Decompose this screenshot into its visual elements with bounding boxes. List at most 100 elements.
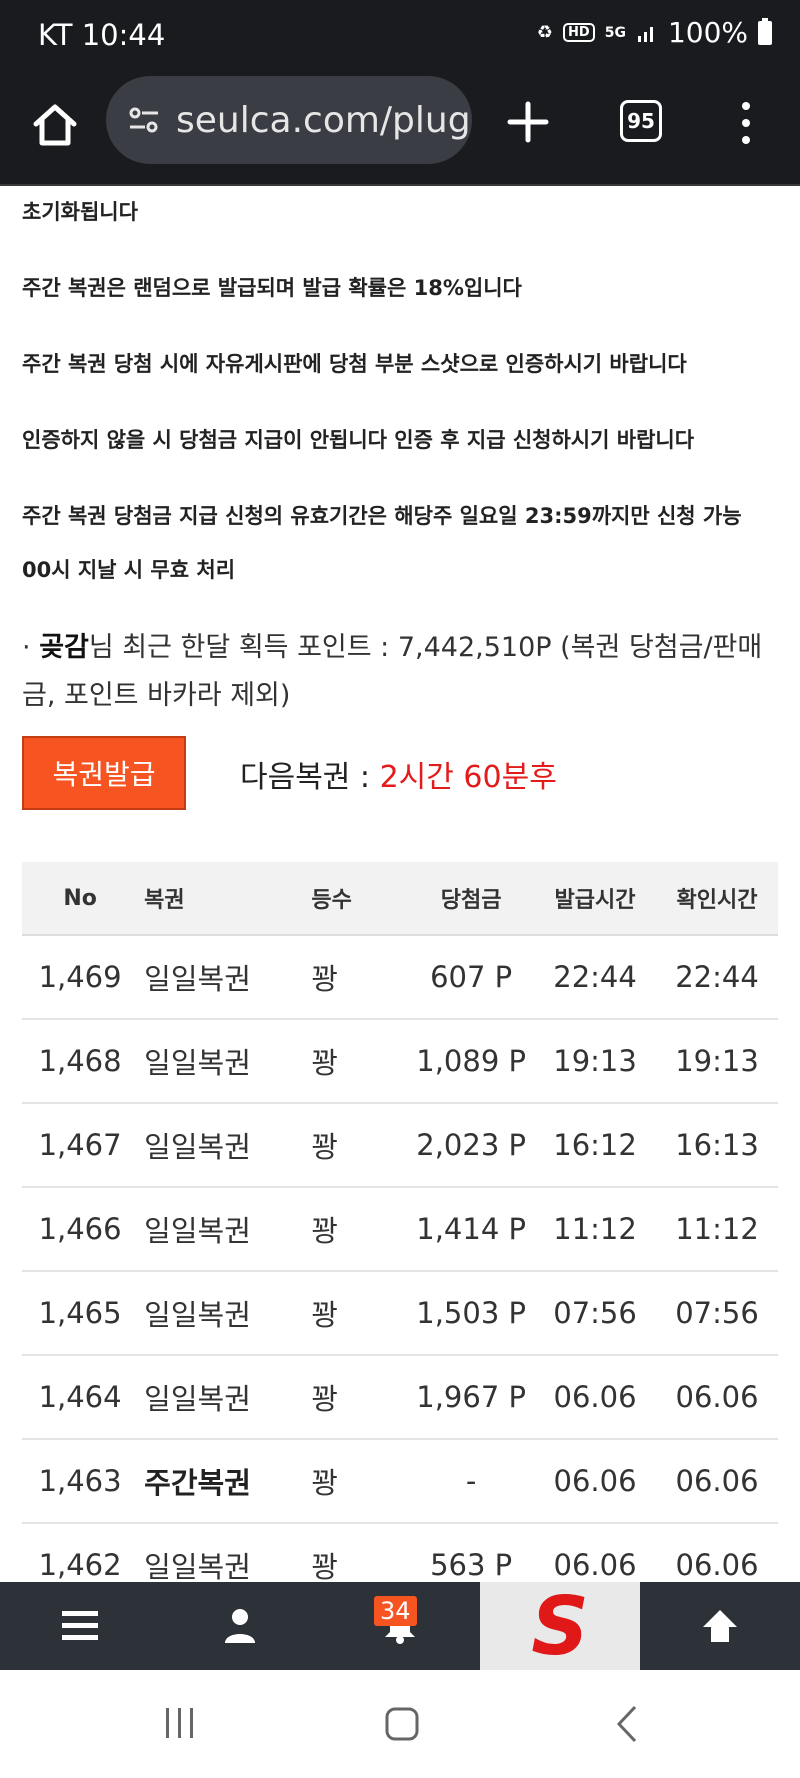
- cell-checked: 22:44: [675, 960, 759, 994]
- table-row: 1,462 일일복권 꽝 563 P 06.06 06.06: [22, 1524, 778, 1582]
- cell-issued: 16:12: [553, 1128, 637, 1162]
- cell-checked: 07:56: [675, 1296, 759, 1330]
- cell-issued: 11:12: [553, 1212, 637, 1246]
- cell-lottery: 일일복권: [144, 1298, 251, 1332]
- cell-prize: 1,967 P: [416, 1380, 526, 1414]
- table-row: 1,467 일일복권 꽝 2,023 P 16:12 16:13: [22, 1104, 778, 1188]
- cell-rank: 꽝: [311, 962, 339, 996]
- monthly-points-info: · 곶감님 최근 한달 획득 포인트 : 7,442,510P (복권 당첨금/…: [22, 624, 782, 720]
- issue-lottery-button[interactable]: 복권발급: [22, 736, 186, 810]
- url-text: seulca.com/plug: [176, 99, 471, 141]
- network-5g-icon: 5G: [604, 24, 626, 41]
- cell-rank: 꽝: [311, 1550, 339, 1582]
- user-nickname: 곶감: [39, 632, 89, 663]
- notice-line: 초기화됩니다: [22, 200, 138, 224]
- home-icon[interactable]: [30, 100, 80, 150]
- cell-no: 1,469: [38, 960, 122, 994]
- address-bar[interactable]: seulca.com/plug: [106, 76, 472, 164]
- cell-issued: 07:56: [553, 1296, 637, 1330]
- cell-prize: 1,089 P: [416, 1044, 526, 1078]
- cell-rank: 꽝: [311, 1046, 339, 1080]
- cell-prize: 1,414 P: [416, 1212, 526, 1246]
- table-row: 1,463 주간복권 꽝 - 06.06 06.06: [22, 1440, 778, 1524]
- cell-issued: 06.06: [553, 1548, 637, 1582]
- browser-toolbar: seulca.com/plug 95: [0, 72, 800, 186]
- points-text: 님 최근 한달 획득 포인트 : 7,442,510P (복권 당첨금/판매금,…: [22, 632, 763, 711]
- cell-lottery: 일일복권: [144, 1130, 251, 1164]
- cell-no: 1,465: [38, 1296, 122, 1330]
- cell-lottery: 일일복권: [144, 1550, 251, 1582]
- logo-letter: S: [531, 1588, 589, 1664]
- table-row: 1,464 일일복권 꽝 1,967 P 06.06 06.06: [22, 1356, 778, 1440]
- cell-prize: 607 P: [430, 960, 513, 994]
- new-tab-icon[interactable]: [506, 100, 550, 144]
- more-menu-icon[interactable]: [736, 98, 756, 148]
- battery-percent: 100%: [667, 16, 748, 49]
- cell-rank: 꽝: [311, 1298, 339, 1332]
- site-bottom-nav: 34 S: [0, 1582, 800, 1670]
- page-content: 초기화됩니다 주간 복권은 랜덤으로 발급되며 발급 확률은 18%입니다 주간…: [0, 186, 800, 1582]
- table-row: 1,469 일일복권 꽝 607 P 22:44 22:44: [22, 936, 778, 1020]
- notification-badge: 34: [374, 1596, 417, 1626]
- android-nav-bar: [0, 1670, 800, 1778]
- table-header: No 복권 등수 당첨금 발급시간 확인시간: [22, 862, 778, 936]
- next-lottery-time: 2시간 60분후: [379, 760, 557, 795]
- cell-no: 1,464: [38, 1380, 122, 1414]
- cell-issued: 06.06: [553, 1380, 637, 1414]
- user-icon: [225, 1609, 255, 1643]
- cell-checked: 06.06: [675, 1380, 759, 1414]
- cell-rank: 꽝: [311, 1214, 339, 1248]
- scroll-top-button[interactable]: [640, 1582, 800, 1670]
- next-lottery: 다음복권 : 2시간 60분후: [240, 752, 557, 796]
- arrow-up-icon: [703, 1610, 737, 1642]
- cell-prize: -: [465, 1464, 477, 1498]
- hamburger-icon: [62, 1611, 98, 1640]
- header-rank: 등수: [311, 888, 352, 913]
- site-logo-button[interactable]: S: [480, 1582, 640, 1670]
- status-bar: KT 10:44 ♻ HD 5G 100%: [0, 0, 800, 72]
- notice-line: 주간 복권은 랜덤으로 발급되며 발급 확률은 18%입니다: [22, 276, 522, 300]
- site-logo-icon: S: [531, 1588, 589, 1664]
- cell-rank: 꽝: [311, 1466, 339, 1500]
- status-icons: ♻ HD 5G 100%: [537, 16, 772, 49]
- cell-no: 1,468: [38, 1044, 122, 1078]
- nav-profile-button[interactable]: [160, 1582, 320, 1670]
- cell-lottery: 주간복권: [144, 1466, 251, 1500]
- sync-icon: ♻: [536, 22, 554, 43]
- cell-prize: 1,503 P: [416, 1296, 526, 1330]
- cell-checked: 19:13: [675, 1044, 759, 1078]
- cell-lottery: 일일복권: [144, 1214, 251, 1248]
- cell-checked: 06.06: [675, 1548, 759, 1582]
- cell-lottery: 일일복권: [144, 962, 251, 996]
- table-row: 1,466 일일복권 꽝 1,414 P 11:12 11:12: [22, 1188, 778, 1272]
- back-icon[interactable]: [614, 1704, 640, 1744]
- next-lottery-label: 다음복권 :: [240, 760, 380, 795]
- cell-no: 1,462: [38, 1548, 122, 1582]
- cell-checked: 06.06: [675, 1464, 759, 1498]
- cell-lottery: 일일복권: [144, 1046, 251, 1080]
- cell-no: 1,463: [38, 1464, 122, 1498]
- header-no: No: [63, 885, 97, 911]
- notice-line: 00시 지날 시 무효 처리: [22, 558, 236, 582]
- notice-line: 인증하지 않을 시 당첨금 지급이 안됩니다 인증 후 지급 신청하시기 바랍니…: [22, 428, 695, 452]
- header-lottery: 복권: [144, 888, 185, 913]
- battery-icon: [758, 17, 772, 45]
- cell-rank: 꽝: [311, 1130, 339, 1164]
- signal-icon: [637, 26, 653, 42]
- notice-line: 주간 복권 당첨 시에 자유게시판에 당첨 부분 스샷으로 인증하시기 바랍니다: [22, 352, 687, 376]
- cell-lottery: 일일복권: [144, 1382, 251, 1416]
- table-row: 1,465 일일복권 꽝 1,503 P 07:56 07:56: [22, 1272, 778, 1356]
- cell-issued: 06.06: [553, 1464, 637, 1498]
- header-prize: 당첨금: [440, 888, 502, 913]
- home-nav-icon[interactable]: [384, 1706, 420, 1742]
- cell-rank: 꽝: [311, 1382, 339, 1416]
- recent-apps-icon[interactable]: [162, 1706, 198, 1740]
- tab-switcher-button[interactable]: 95: [620, 100, 662, 142]
- nav-menu-button[interactable]: [0, 1582, 160, 1670]
- cell-no: 1,466: [38, 1212, 122, 1246]
- cell-no: 1,467: [38, 1128, 122, 1162]
- site-settings-icon[interactable]: [126, 102, 162, 138]
- lottery-table: No 복권 등수 당첨금 발급시간 확인시간 1,469 일일복권 꽝 607 …: [22, 862, 778, 1582]
- notice-line: 주간 복권 당첨금 지급 신청의 유효기간은 해당주 일요일 23:59까지만 …: [22, 504, 742, 528]
- header-checked-time: 확인시간: [676, 888, 758, 913]
